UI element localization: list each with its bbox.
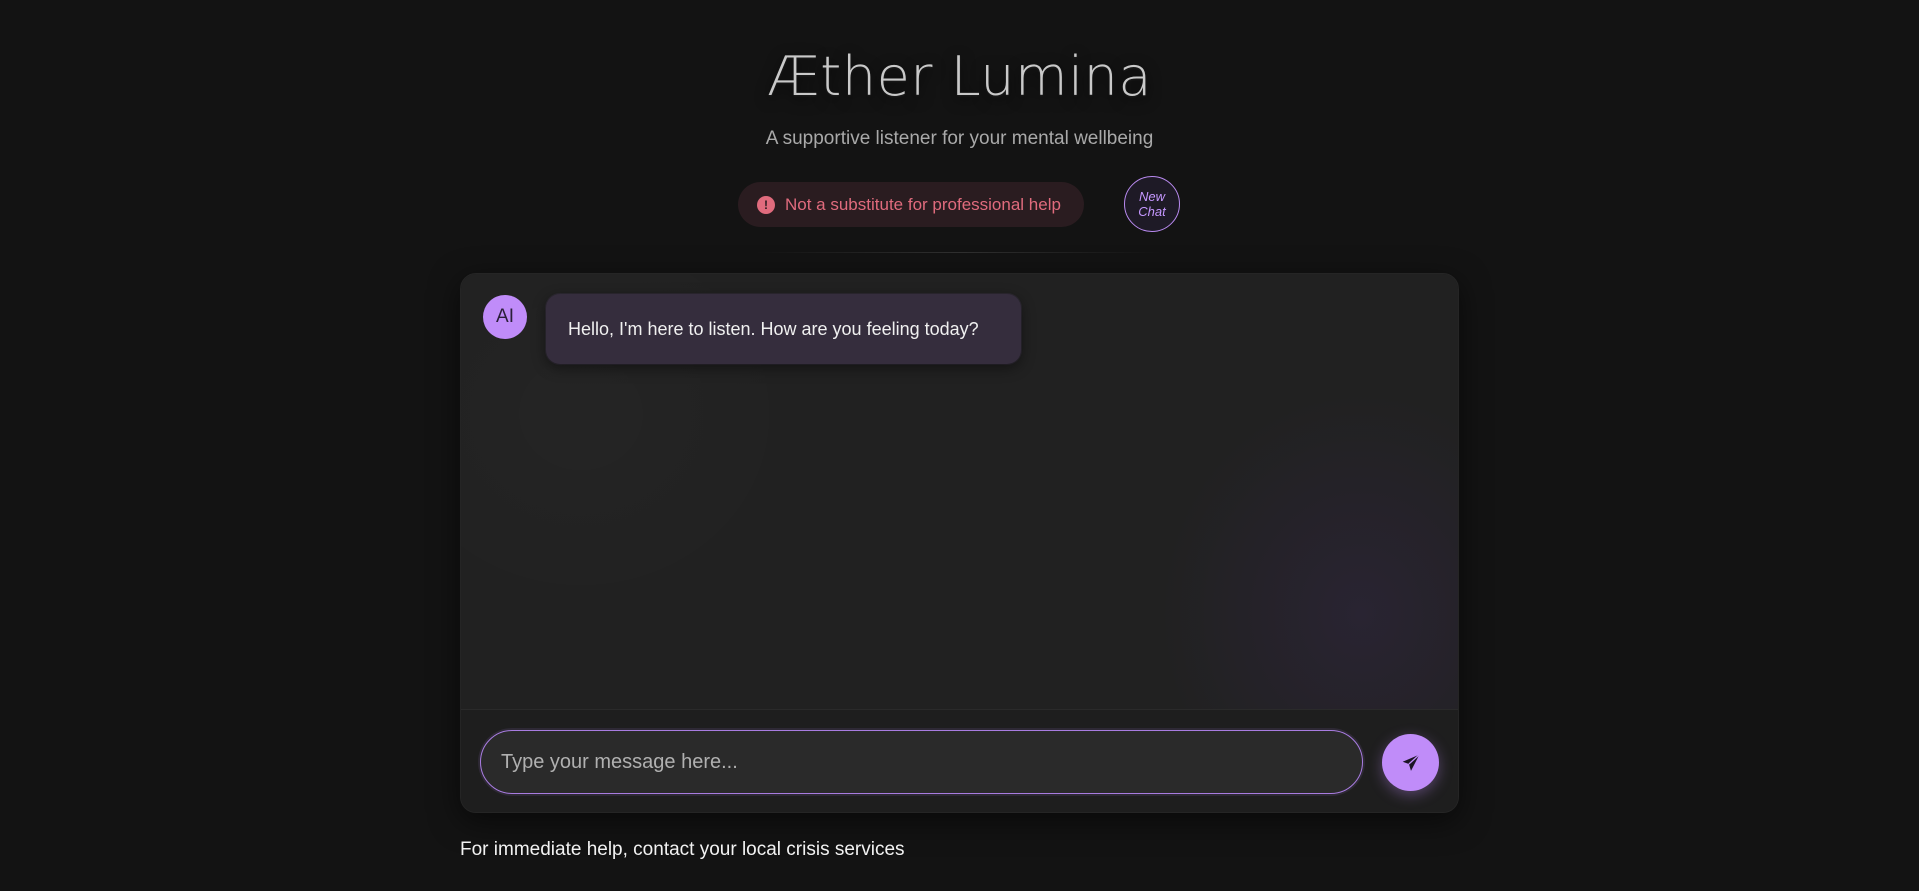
ai-message-bubble: Hello, I'm here to listen. How are you f… bbox=[546, 294, 1021, 364]
message-list[interactable]: AI Hello, I'm here to listen. How are yo… bbox=[461, 274, 1458, 709]
disclaimer-badge: ! Not a substitute for professional help bbox=[738, 182, 1084, 227]
crisis-help-note: For immediate help, contact your local c… bbox=[460, 839, 905, 860]
disclaimer-text: Not a substitute for professional help bbox=[785, 194, 1061, 214]
ai-avatar: AI bbox=[483, 295, 527, 339]
page-title: Æther Lumina bbox=[767, 45, 1152, 108]
new-chat-label-line2: Chat bbox=[1138, 204, 1166, 219]
new-chat-label-line1: New bbox=[1138, 189, 1165, 204]
new-chat-button[interactable]: New Chat bbox=[1124, 176, 1180, 232]
send-button[interactable] bbox=[1382, 734, 1439, 791]
exclamation-circle-icon: ! bbox=[757, 195, 775, 214]
ai-message-text: Hello, I'm here to listen. How are you f… bbox=[568, 318, 979, 339]
new-chat-label: New Chat bbox=[1138, 189, 1165, 219]
chat-panel: AI Hello, I'm here to listen. How are yo… bbox=[460, 273, 1459, 813]
page-subtitle: A supportive listener for your mental we… bbox=[765, 128, 1154, 149]
message-input[interactable] bbox=[480, 730, 1363, 794]
composer bbox=[461, 709, 1458, 812]
header-divider bbox=[754, 252, 1164, 253]
app-page: Æther Lumina A supportive listener for y… bbox=[0, 0, 1919, 891]
paper-plane-icon bbox=[1402, 753, 1420, 771]
